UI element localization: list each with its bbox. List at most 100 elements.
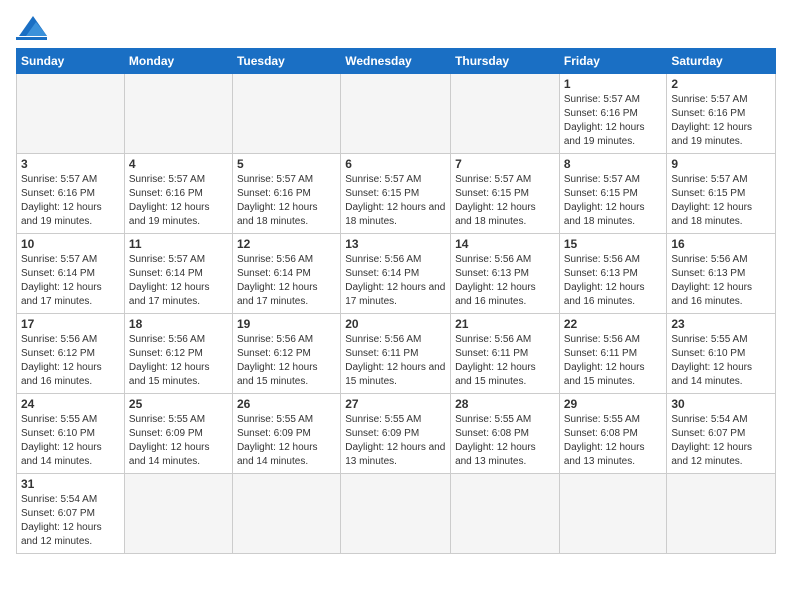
date-number: 31: [21, 477, 120, 491]
logo: [16, 16, 47, 40]
calendar-cell: [559, 474, 667, 554]
cell-info: Sunrise: 5:56 AM Sunset: 6:14 PM Dayligh…: [237, 253, 336, 309]
header-day-saturday: Saturday: [667, 49, 776, 74]
week-row-2: 10 Sunrise: 5:57 AM Sunset: 6:14 PM Dayli…: [17, 234, 776, 314]
calendar-cell: 24 Sunrise: 5:55 AM Sunset: 6:10 PM Dayli…: [17, 394, 125, 474]
date-number: 1: [564, 77, 663, 91]
calendar-cell: 20 Sunrise: 5:56 AM Sunset: 6:11 PM Dayli…: [341, 314, 451, 394]
calendar-cell: 17Sunrise: 5:56 AM Sunset: 6:12 PM Dayli…: [17, 314, 125, 394]
date-number: 24: [21, 397, 120, 411]
calendar-cell: [667, 474, 776, 554]
cell-info: Sunrise: 5:55 AM Sunset: 6:09 PM Dayligh…: [129, 413, 228, 469]
week-row-3: 17Sunrise: 5:56 AM Sunset: 6:12 PM Dayli…: [17, 314, 776, 394]
date-number: 5: [237, 157, 336, 171]
cell-info: Sunrise: 5:55 AM Sunset: 6:09 PM Dayligh…: [237, 413, 336, 469]
date-number: 3: [21, 157, 120, 171]
date-number: 6: [345, 157, 446, 171]
cell-info: Sunrise: 5:57 AM Sunset: 6:16 PM Dayligh…: [21, 173, 120, 229]
date-number: 11: [129, 237, 228, 251]
header-day-monday: Monday: [124, 49, 232, 74]
cell-info: Sunrise: 5:55 AM Sunset: 6:09 PM Dayligh…: [345, 413, 446, 469]
calendar-cell: 30Sunrise: 5:54 AM Sunset: 6:07 PM Dayli…: [667, 394, 776, 474]
cell-info: Sunrise: 5:57 AM Sunset: 6:15 PM Dayligh…: [345, 173, 446, 229]
calendar-cell: 13Sunrise: 5:56 AM Sunset: 6:14 PM Dayli…: [341, 234, 451, 314]
calendar-cell: 28Sunrise: 5:55 AM Sunset: 6:08 PM Dayli…: [451, 394, 560, 474]
header-day-sunday: Sunday: [17, 49, 125, 74]
date-number: 22: [564, 317, 663, 331]
header-day-thursday: Thursday: [451, 49, 560, 74]
date-number: 4: [129, 157, 228, 171]
calendar-cell: 3 Sunrise: 5:57 AM Sunset: 6:16 PM Daylig…: [17, 154, 125, 234]
cell-info: Sunrise: 5:56 AM Sunset: 6:11 PM Dayligh…: [564, 333, 663, 389]
date-number: 2: [671, 77, 771, 91]
calendar-cell: 2 Sunrise: 5:57 AM Sunset: 6:16 PM Daylig…: [667, 74, 776, 154]
calendar-cell: 22 Sunrise: 5:56 AM Sunset: 6:11 PM Dayli…: [559, 314, 667, 394]
calendar-cell: 6 Sunrise: 5:57 AM Sunset: 6:15 PM Daylig…: [341, 154, 451, 234]
date-number: 9: [671, 157, 771, 171]
calendar-header: SundayMondayTuesdayWednesdayThursdayFrid…: [17, 49, 776, 74]
cell-info: Sunrise: 5:56 AM Sunset: 6:12 PM Dayligh…: [129, 333, 228, 389]
calendar-cell: [232, 474, 340, 554]
cell-info: Sunrise: 5:54 AM Sunset: 6:07 PM Dayligh…: [21, 493, 120, 549]
calendar-cell: 10 Sunrise: 5:57 AM Sunset: 6:14 PM Dayli…: [17, 234, 125, 314]
date-number: 14: [455, 237, 555, 251]
header-day-friday: Friday: [559, 49, 667, 74]
cell-info: Sunrise: 5:56 AM Sunset: 6:13 PM Dayligh…: [455, 253, 555, 309]
week-row-5: 31 Sunrise: 5:54 AM Sunset: 6:07 PM Dayli…: [17, 474, 776, 554]
cell-info: Sunrise: 5:57 AM Sunset: 6:15 PM Dayligh…: [564, 173, 663, 229]
calendar-cell: 23Sunrise: 5:55 AM Sunset: 6:10 PM Dayli…: [667, 314, 776, 394]
calendar-cell: 8Sunrise: 5:57 AM Sunset: 6:15 PM Daylig…: [559, 154, 667, 234]
calendar-cell: 1 Sunrise: 5:57 AM Sunset: 6:16 PM Daylig…: [559, 74, 667, 154]
cell-info: Sunrise: 5:57 AM Sunset: 6:16 PM Dayligh…: [129, 173, 228, 229]
calendar-body: 1 Sunrise: 5:57 AM Sunset: 6:16 PM Daylig…: [17, 74, 776, 554]
date-number: 28: [455, 397, 555, 411]
cell-info: Sunrise: 5:55 AM Sunset: 6:08 PM Dayligh…: [564, 413, 663, 469]
cell-info: Sunrise: 5:55 AM Sunset: 6:10 PM Dayligh…: [21, 413, 120, 469]
date-number: 7: [455, 157, 555, 171]
logo-icon: [19, 16, 47, 36]
calendar-cell: 29 Sunrise: 5:55 AM Sunset: 6:08 PM Dayli…: [559, 394, 667, 474]
week-row-0: 1 Sunrise: 5:57 AM Sunset: 6:16 PM Daylig…: [17, 74, 776, 154]
cell-info: Sunrise: 5:56 AM Sunset: 6:13 PM Dayligh…: [564, 253, 663, 309]
calendar-cell: [124, 74, 232, 154]
date-number: 27: [345, 397, 446, 411]
calendar-cell: 25Sunrise: 5:55 AM Sunset: 6:09 PM Dayli…: [124, 394, 232, 474]
cell-info: Sunrise: 5:55 AM Sunset: 6:10 PM Dayligh…: [671, 333, 771, 389]
date-number: 30: [671, 397, 771, 411]
calendar-cell: 26 Sunrise: 5:55 AM Sunset: 6:09 PM Dayli…: [232, 394, 340, 474]
calendar-cell: 16Sunrise: 5:56 AM Sunset: 6:13 PM Dayli…: [667, 234, 776, 314]
header-day-wednesday: Wednesday: [341, 49, 451, 74]
calendar-cell: 9Sunrise: 5:57 AM Sunset: 6:15 PM Daylig…: [667, 154, 776, 234]
date-number: 21: [455, 317, 555, 331]
calendar-cell: 27 Sunrise: 5:55 AM Sunset: 6:09 PM Dayli…: [341, 394, 451, 474]
calendar-cell: [232, 74, 340, 154]
date-number: 10: [21, 237, 120, 251]
cell-info: Sunrise: 5:56 AM Sunset: 6:11 PM Dayligh…: [455, 333, 555, 389]
date-number: 13: [345, 237, 446, 251]
calendar-cell: 18Sunrise: 5:56 AM Sunset: 6:12 PM Dayli…: [124, 314, 232, 394]
cell-info: Sunrise: 5:56 AM Sunset: 6:13 PM Dayligh…: [671, 253, 771, 309]
calendar-cell: [17, 74, 125, 154]
cell-info: Sunrise: 5:56 AM Sunset: 6:11 PM Dayligh…: [345, 333, 446, 389]
cell-info: Sunrise: 5:57 AM Sunset: 6:14 PM Dayligh…: [129, 253, 228, 309]
cell-info: Sunrise: 5:57 AM Sunset: 6:16 PM Dayligh…: [564, 93, 663, 149]
cell-info: Sunrise: 5:57 AM Sunset: 6:14 PM Dayligh…: [21, 253, 120, 309]
date-number: 20: [345, 317, 446, 331]
header-day-tuesday: Tuesday: [232, 49, 340, 74]
calendar-cell: 7 Sunrise: 5:57 AM Sunset: 6:15 PM Daylig…: [451, 154, 560, 234]
calendar-cell: [451, 74, 560, 154]
calendar-cell: [124, 474, 232, 554]
date-number: 29: [564, 397, 663, 411]
cell-info: Sunrise: 5:57 AM Sunset: 6:15 PM Dayligh…: [455, 173, 555, 229]
date-number: 19: [237, 317, 336, 331]
week-row-4: 24 Sunrise: 5:55 AM Sunset: 6:10 PM Dayli…: [17, 394, 776, 474]
logo-underline: [16, 37, 47, 40]
calendar-cell: 4 Sunrise: 5:57 AM Sunset: 6:16 PM Daylig…: [124, 154, 232, 234]
cell-info: Sunrise: 5:57 AM Sunset: 6:16 PM Dayligh…: [671, 93, 771, 149]
calendar-cell: [451, 474, 560, 554]
calendar-cell: 11 Sunrise: 5:57 AM Sunset: 6:14 PM Dayli…: [124, 234, 232, 314]
calendar-cell: 12Sunrise: 5:56 AM Sunset: 6:14 PM Dayli…: [232, 234, 340, 314]
date-number: 26: [237, 397, 336, 411]
calendar-table: SundayMondayTuesdayWednesdayThursdayFrid…: [16, 48, 776, 554]
week-row-1: 3 Sunrise: 5:57 AM Sunset: 6:16 PM Daylig…: [17, 154, 776, 234]
